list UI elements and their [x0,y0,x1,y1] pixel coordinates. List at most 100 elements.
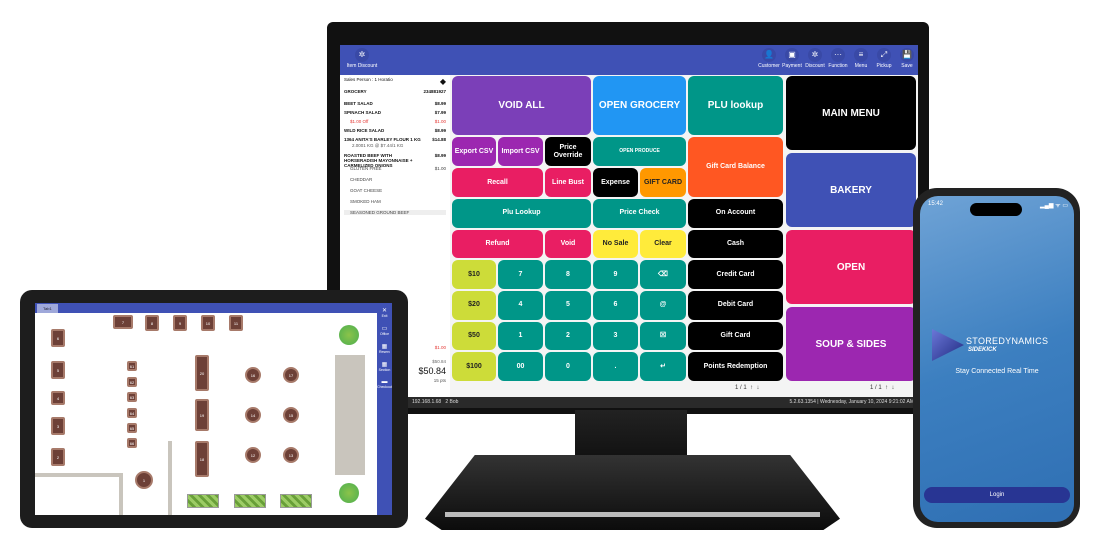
pos-button--[interactable]: ☒ [640,321,686,351]
modifier-line[interactable]: SEASONED GROUND BEEF [344,210,446,215]
pos-button-plu-lookup[interactable]: PLU lookup [688,76,783,136]
pos-button-line-bust[interactable]: Line Bust [545,168,591,197]
table-63[interactable]: 63 [127,392,137,402]
table-61[interactable]: 61 [127,361,137,371]
modifier-line[interactable]: CHEDDAR [344,177,446,182]
pos-button-void-all[interactable]: VOID ALL [452,76,591,136]
toolbar-pickup-button[interactable]: ⤢ Pickup [873,48,895,69]
toolbar-function-button[interactable]: ··· Function [827,48,849,69]
table-16[interactable]: 16 [245,367,261,383]
table-13[interactable]: 13 [283,447,299,463]
pos-button-points-redemption[interactable]: Points Redemption [688,352,783,381]
pos-button-expense[interactable]: Expense [593,168,638,197]
table-62[interactable]: 62 [127,377,137,387]
pos-button-import-csv[interactable]: Import CSV [498,137,543,167]
sidebar-reserv-button[interactable]: ▦ Reserv [377,343,392,354]
modifier-line[interactable]: SMOKED HAM [344,199,446,204]
pos-button--50[interactable]: $50 [452,321,496,351]
pos-button-7[interactable]: 7 [498,260,543,289]
table-7[interactable]: 7 [113,315,133,329]
pos-button-credit-card[interactable]: Credit Card [688,260,783,289]
sidebar-section-button[interactable]: ▦ Section [377,361,392,372]
pos-button-0[interactable]: 0 [545,352,591,381]
table-6[interactable]: 6 [51,329,65,347]
pos-button-4[interactable]: 4 [498,290,543,320]
pos-button-export-csv[interactable]: Export CSV [452,137,496,167]
table-11[interactable]: 11 [229,315,243,331]
toolbar-discount-button[interactable]: ✲ Discount [804,48,826,69]
modifier-line[interactable]: GLUTEN FREE $1.00 [344,166,446,171]
pos-button-price-check[interactable]: Price Check [593,198,686,228]
pos-button-00[interactable]: 00 [498,352,543,381]
floor-tab[interactable]: Tab1 [37,304,58,313]
table-12[interactable]: 12 [245,447,261,463]
sidebar-office-button[interactable]: ▭ Office [377,325,392,336]
eraser-icon[interactable]: ◆ [440,77,446,86]
table-64[interactable]: 64 [127,408,137,418]
pos-button-9[interactable]: 9 [593,260,638,289]
pos-button-3[interactable]: 3 [593,321,638,351]
menu-button-main-menu[interactable]: MAIN MENU [786,76,916,150]
table-66[interactable]: 66 [127,438,137,448]
page-down-button[interactable]: ↓ [756,385,759,391]
modifier-line[interactable]: GOAT CHEESE [344,188,446,193]
pos-button-debit-card[interactable]: Debit Card [688,290,783,320]
toolbar-save-button[interactable]: 💾 Save [896,48,918,69]
pos-button-6[interactable]: 6 [593,290,638,320]
pos-button--[interactable]: . [593,352,638,381]
menu-button-bakery[interactable]: BAKERY [786,153,916,227]
toolbar-menu-button[interactable]: ≡ Menu [850,48,872,69]
pos-button-5[interactable]: 5 [545,290,591,320]
pos-button-cash[interactable]: Cash [688,229,783,259]
table-10[interactable]: 10 [201,315,215,331]
page-up-button[interactable]: ↑ [885,385,888,391]
pos-button-on-account[interactable]: On Account [688,198,783,228]
pos-button--100[interactable]: $100 [452,352,496,381]
table-14[interactable]: 14 [245,407,261,423]
pos-button-1[interactable]: 1 [498,321,543,351]
pos-button--[interactable]: @ [640,290,686,320]
sidebar-checkout-button[interactable]: ▬ Checkout [377,379,392,389]
toolbar-payment-button[interactable]: ▣ Payment [781,48,803,69]
pos-button-clear[interactable]: Clear [640,229,686,259]
table-8[interactable]: 8 [145,315,159,331]
pos-button-2[interactable]: 2 [545,321,591,351]
pos-button-open-produce[interactable]: OPEN PRODUCE [593,137,686,167]
toolbar-customer-button[interactable]: 👤 Customer [758,48,780,69]
pos-button-recall[interactable]: Recall [452,168,543,197]
receipt-line[interactable]: $1.00 Off $1.00 [344,119,446,124]
pos-button-refund[interactable]: Refund [452,229,543,259]
table-9[interactable]: 9 [173,315,187,331]
pos-button--[interactable]: ↵ [640,352,686,381]
receipt-line[interactable]: BEET SALAD $8.99 [344,101,446,106]
table-3[interactable]: 3 [51,417,65,435]
table-18[interactable]: 18 [195,441,209,477]
pos-button-price-override[interactable]: Price Override [545,137,591,167]
receipt-line[interactable]: SPINACH SALAD $7.99 [344,110,446,115]
receipt-line[interactable]: WILD RICE SALAD $8.99 [344,128,446,133]
receipt-line[interactable]: 1364 ANITA'S BARLEY FLOUR 1 KG $14.88 [344,137,446,142]
table-20[interactable]: 20 [195,355,209,391]
pos-button--20[interactable]: $20 [452,290,496,320]
pos-button-gift-card[interactable]: Gift Card [688,321,783,351]
table-5[interactable]: 5 [51,361,65,379]
pos-button--10[interactable]: $10 [452,260,496,289]
table-1[interactable]: 1 [135,471,153,489]
page-down-button[interactable]: ↓ [891,385,894,391]
table-17[interactable]: 17 [283,367,299,383]
pos-button-open-grocery[interactable]: OPEN GROCERY [593,76,686,136]
pos-button-8[interactable]: 8 [545,260,591,289]
item-discount-button[interactable]: ✲ Item Discount [342,48,382,69]
sidebar-exit-button[interactable]: ✕ Exit [377,307,392,318]
pos-button--[interactable]: ⌫ [640,260,686,289]
table-15[interactable]: 15 [283,407,299,423]
table-4[interactable]: 4 [51,391,65,405]
pos-button-gift-card-balance[interactable]: Gift Card Balance [688,137,783,197]
pos-button-plu-lookup[interactable]: Plu Lookup [452,198,591,228]
pos-button-void[interactable]: Void [545,229,591,259]
table-65[interactable]: 65 [127,423,137,433]
menu-button-open[interactable]: OPEN [786,230,916,304]
page-up-button[interactable]: ↑ [750,385,753,391]
pos-button-gift-card[interactable]: GIFT CARD [640,168,686,197]
pos-button-no-sale[interactable]: No Sale [593,229,638,259]
